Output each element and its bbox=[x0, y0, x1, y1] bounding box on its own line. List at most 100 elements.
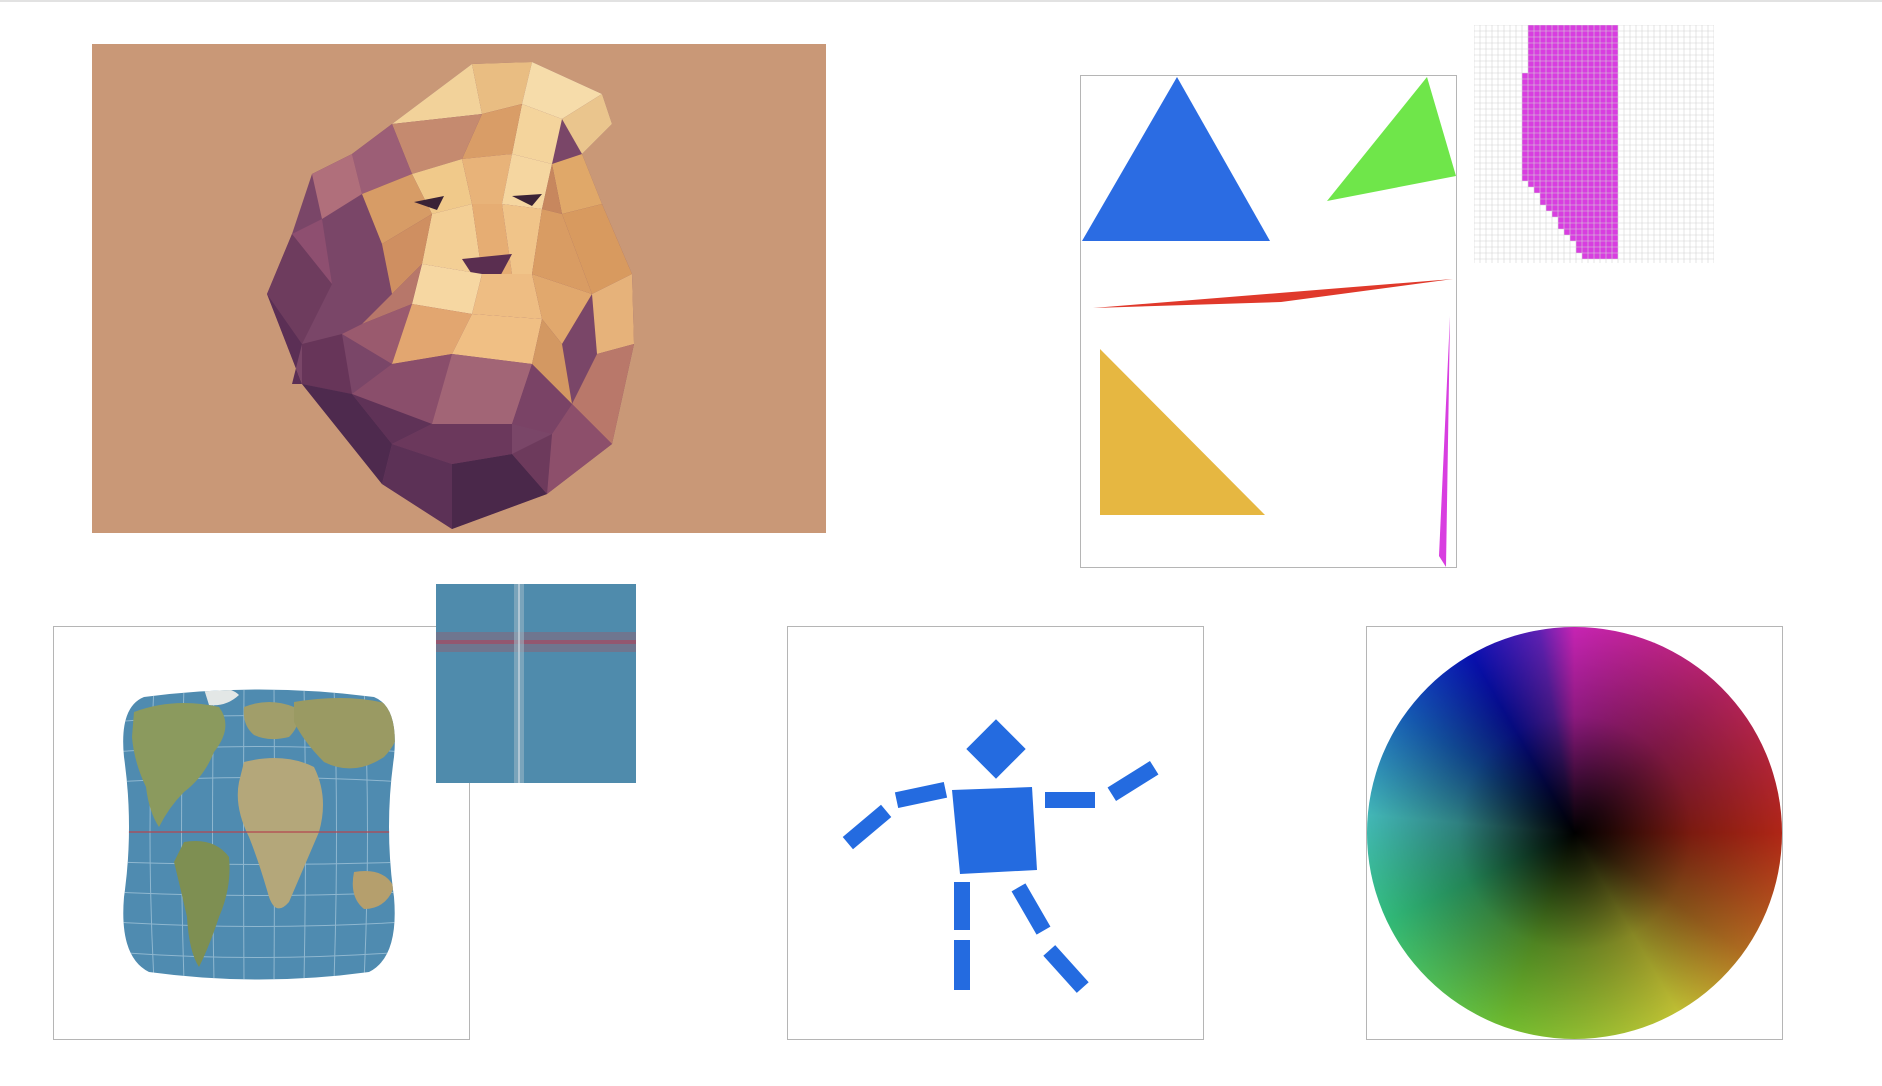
grid-pixel bbox=[1588, 157, 1594, 163]
grid-pixel bbox=[1612, 61, 1618, 67]
grid-pixel bbox=[1540, 133, 1546, 139]
grid-pixel bbox=[1582, 235, 1588, 241]
grid-pixel bbox=[1582, 61, 1588, 67]
grid-pixel bbox=[1588, 205, 1594, 211]
grid-pixel bbox=[1558, 109, 1564, 115]
grid-pixel bbox=[1576, 187, 1582, 193]
grid-pixel bbox=[1612, 211, 1618, 217]
grid-pixel bbox=[1594, 199, 1600, 205]
grid-pixel bbox=[1606, 67, 1612, 73]
grid-pixel bbox=[1570, 169, 1576, 175]
grid-pixel bbox=[1534, 73, 1540, 79]
grid-pixel bbox=[1552, 193, 1558, 199]
grid-pixel bbox=[1582, 31, 1588, 37]
grid-pixel bbox=[1582, 97, 1588, 103]
grid-pixel bbox=[1546, 145, 1552, 151]
grid-pixel bbox=[1534, 61, 1540, 67]
magenta-sliver-triangle bbox=[1439, 316, 1450, 567]
grid-pixel bbox=[1576, 241, 1582, 247]
grid-pixel bbox=[1594, 133, 1600, 139]
grid-pixel bbox=[1594, 151, 1600, 157]
figure-head bbox=[966, 719, 1026, 779]
grid-pixel bbox=[1534, 67, 1540, 73]
grid-pixel bbox=[1546, 193, 1552, 199]
grid-pixel bbox=[1522, 163, 1528, 169]
grid-pixel bbox=[1606, 223, 1612, 229]
grid-pixel bbox=[1594, 61, 1600, 67]
grid-pixel bbox=[1582, 205, 1588, 211]
grid-pixel bbox=[1540, 31, 1546, 37]
grid-pixel bbox=[1534, 175, 1540, 181]
grid-pixel bbox=[1558, 115, 1564, 121]
grid-pixel bbox=[1582, 241, 1588, 247]
grid-pixel bbox=[1612, 97, 1618, 103]
grid-pixel bbox=[1546, 157, 1552, 163]
grid-pixel bbox=[1528, 79, 1534, 85]
grid-pixel bbox=[1540, 127, 1546, 133]
grid-pixel bbox=[1564, 31, 1570, 37]
grid-pixel bbox=[1546, 97, 1552, 103]
grid-pixel bbox=[1600, 175, 1606, 181]
grid-pixel bbox=[1546, 85, 1552, 91]
grid-pixel bbox=[1588, 121, 1594, 127]
globe-projection-panel bbox=[53, 626, 470, 1040]
grid-pixel bbox=[1606, 145, 1612, 151]
grid-pixel bbox=[1606, 121, 1612, 127]
grid-pixel bbox=[1552, 49, 1558, 55]
lion-icon bbox=[92, 44, 826, 533]
grid-pixel bbox=[1522, 139, 1528, 145]
grid-pixel bbox=[1588, 73, 1594, 79]
grid-pixel bbox=[1576, 235, 1582, 241]
grid-pixel bbox=[1600, 127, 1606, 133]
grid-pixel bbox=[1570, 121, 1576, 127]
grid-pixel bbox=[1540, 79, 1546, 85]
grid-pixel bbox=[1528, 61, 1534, 67]
grid-pixel bbox=[1576, 193, 1582, 199]
grid-pixel bbox=[1606, 55, 1612, 61]
grid-pixel bbox=[1558, 91, 1564, 97]
grid-pixel bbox=[1570, 127, 1576, 133]
grid-pixel bbox=[1582, 103, 1588, 109]
grid-pixel bbox=[1594, 235, 1600, 241]
grid-pixel bbox=[1576, 43, 1582, 49]
grid-pixel bbox=[1576, 181, 1582, 187]
grid-pixel bbox=[1546, 175, 1552, 181]
grid-pixel bbox=[1606, 193, 1612, 199]
grid-pixel bbox=[1552, 175, 1558, 181]
grid-pixel bbox=[1606, 163, 1612, 169]
grid-pixel bbox=[1552, 97, 1558, 103]
grid-pixel bbox=[1588, 91, 1594, 97]
grid-pixel bbox=[1540, 115, 1546, 121]
grid-pixel bbox=[1546, 55, 1552, 61]
texture-base bbox=[436, 584, 636, 783]
grid-pixel bbox=[1600, 229, 1606, 235]
grid-pixel bbox=[1528, 181, 1534, 187]
grid-pixel bbox=[1564, 163, 1570, 169]
grid-pixel bbox=[1558, 169, 1564, 175]
grid-pixel bbox=[1582, 25, 1588, 31]
grid-pixel bbox=[1612, 115, 1618, 121]
grid-pixel bbox=[1552, 121, 1558, 127]
grid-pixel bbox=[1564, 223, 1570, 229]
grid-pixel bbox=[1570, 85, 1576, 91]
grid-pixel bbox=[1546, 133, 1552, 139]
grid-pixel bbox=[1558, 193, 1564, 199]
grid-pixel bbox=[1558, 25, 1564, 31]
grid-pixel bbox=[1546, 67, 1552, 73]
grid-pixel bbox=[1606, 247, 1612, 253]
grid-pixel bbox=[1552, 103, 1558, 109]
grid-pixel bbox=[1522, 103, 1528, 109]
grid-pixel bbox=[1570, 235, 1576, 241]
grid-pixel bbox=[1582, 109, 1588, 115]
grid-icon bbox=[1474, 25, 1714, 263]
grid-pixel bbox=[1564, 169, 1570, 175]
grid-pixel bbox=[1606, 31, 1612, 37]
grid-pixel bbox=[1588, 103, 1594, 109]
grid-pixel bbox=[1606, 91, 1612, 97]
grid-pixel bbox=[1612, 55, 1618, 61]
grid-pixel bbox=[1558, 139, 1564, 145]
grid-pixel bbox=[1540, 91, 1546, 97]
grid-pixel bbox=[1612, 199, 1618, 205]
grid-pixel bbox=[1576, 85, 1582, 91]
grid-pixel bbox=[1606, 157, 1612, 163]
